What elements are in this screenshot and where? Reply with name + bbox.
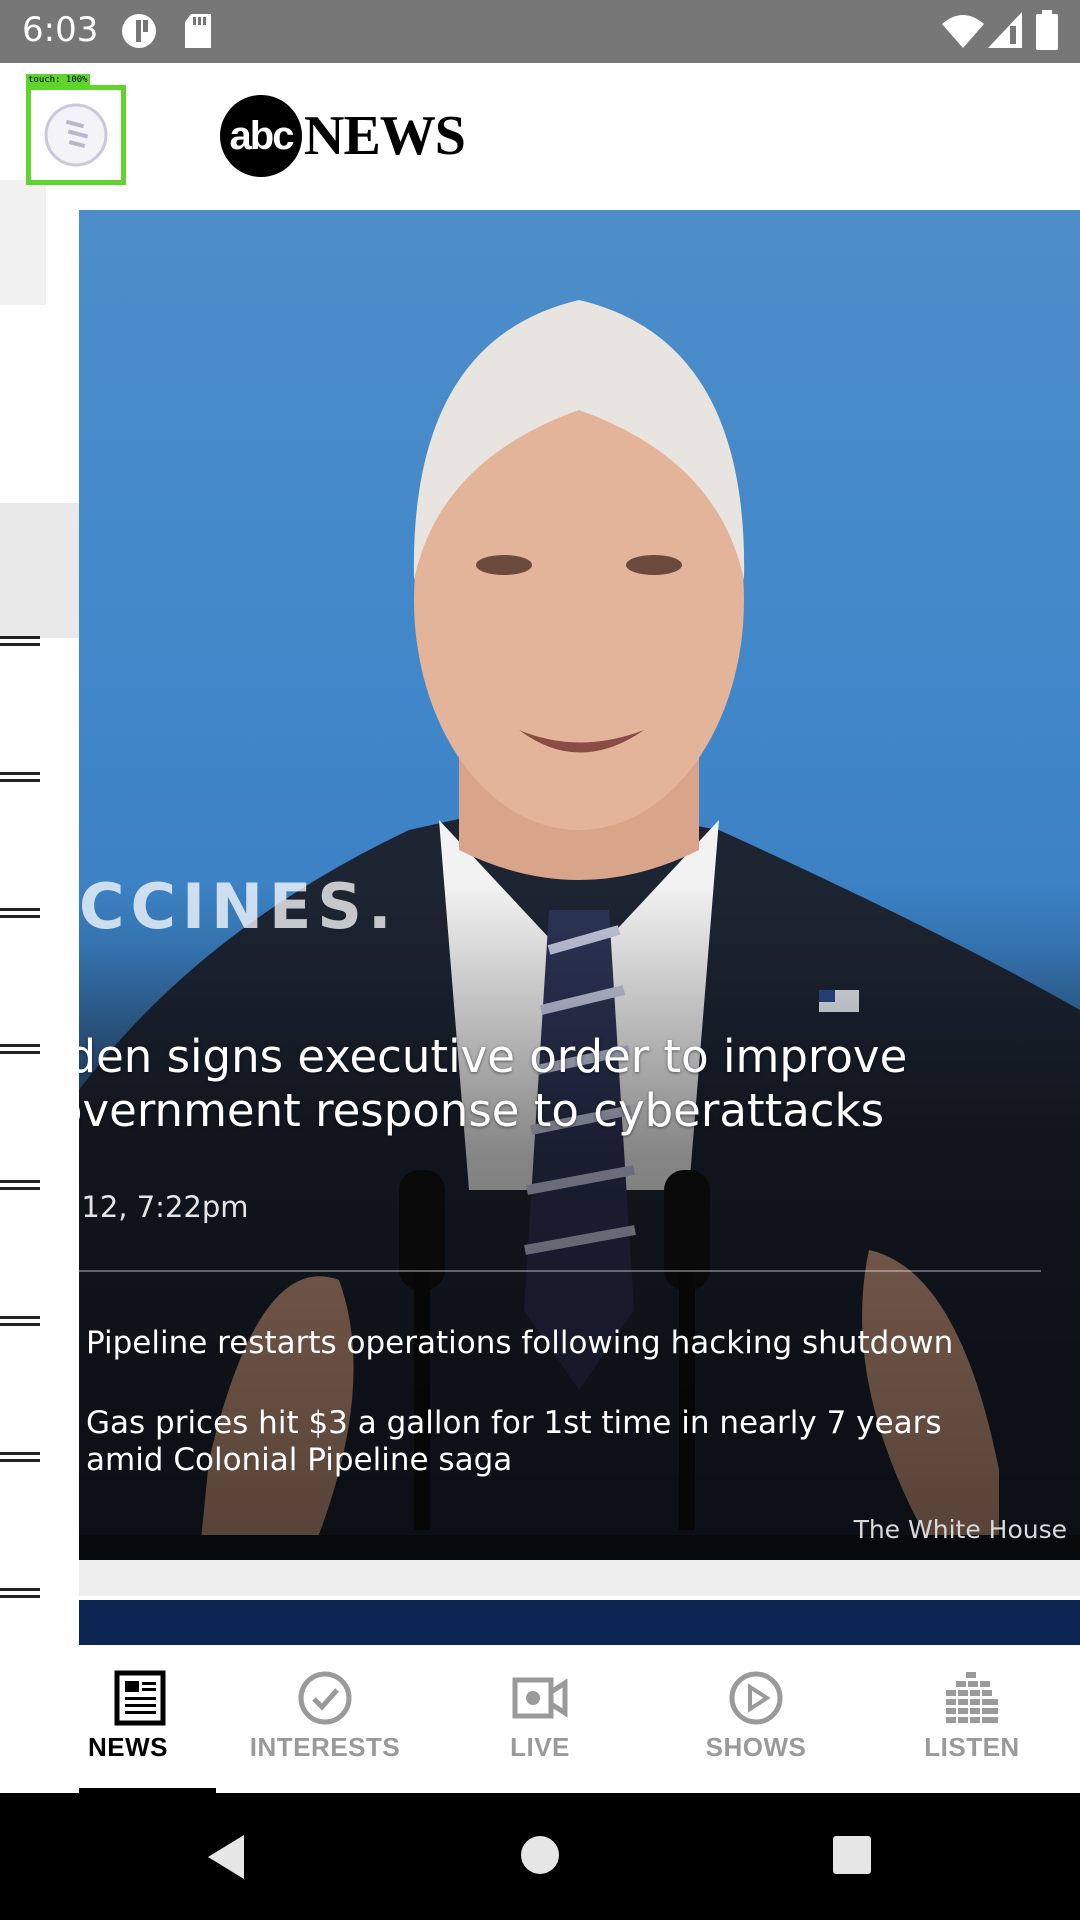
- card-separator: [79, 1560, 1080, 1596]
- tab-live[interactable]: LIVE: [470, 1645, 610, 1793]
- hero-story-card[interactable]: CCINES. iden signs executive order to im…: [79, 210, 1080, 1560]
- photo-credit: The White House: [853, 1515, 1067, 1544]
- newspaper-icon: [114, 1670, 166, 1726]
- abc-logo-circle: abc: [220, 95, 302, 177]
- home-icon[interactable]: [520, 1835, 560, 1875]
- navigation-drawer[interactable]: [0, 63, 79, 1793]
- headline-line: iden signs executive order to improve: [79, 1030, 908, 1083]
- system-navigation-bar: [0, 1793, 1080, 1920]
- drawer-item-handle[interactable]: [0, 1180, 40, 1190]
- divider: [79, 1270, 1041, 1272]
- drawer-item-handle[interactable]: [0, 1316, 40, 1326]
- tab-label: SHOWS: [705, 1732, 807, 1762]
- tab-label: NEWS: [88, 1732, 168, 1762]
- drawer-item-handle[interactable]: [0, 1044, 40, 1054]
- menu-icon: [44, 103, 108, 167]
- checkmark-circle-icon: [298, 1671, 352, 1725]
- tab-shows[interactable]: SHOWS: [686, 1645, 826, 1793]
- signal-icon: [988, 12, 1022, 48]
- app-bar: [0, 63, 1080, 210]
- tab-label: INTERESTS: [249, 1732, 401, 1762]
- touch-indicator: touch: 100%: [26, 74, 90, 86]
- headline[interactable]: iden signs executive order to improve ov…: [79, 1030, 1055, 1138]
- drawer-item-handle[interactable]: [0, 1588, 40, 1598]
- sd-card-icon: [185, 14, 211, 48]
- wifi-icon: [942, 15, 984, 48]
- play-circle-icon: [729, 1671, 783, 1725]
- bottom-navigation: NEWS INTERESTS LIVE SHOWS LISTEN: [0, 1645, 1080, 1793]
- audio-grid-icon: [946, 1672, 998, 1723]
- background-banner-text: CCINES.: [79, 870, 398, 943]
- drawer-item-handle[interactable]: [0, 1452, 40, 1462]
- related-story-link[interactable]: Gas prices hit $3 a gallon for 1st time …: [86, 1405, 1006, 1479]
- tab-listen[interactable]: LISTEN: [902, 1645, 1042, 1793]
- logo-news-text: NEWS: [304, 105, 466, 167]
- back-icon[interactable]: [204, 1833, 248, 1881]
- drawer-item-handle[interactable]: [0, 772, 40, 782]
- tab-label: LISTEN: [924, 1732, 1020, 1762]
- next-story-card-peek[interactable]: [79, 1600, 1080, 1645]
- tab-news[interactable]: NEWS: [60, 1645, 200, 1793]
- video-camera-icon: [512, 1677, 568, 1719]
- status-bar: 6:03: [0, 0, 1080, 63]
- battery-icon: [1036, 10, 1058, 50]
- status-time: 6:03: [22, 10, 99, 50]
- menu-button[interactable]: [26, 85, 126, 185]
- drawer-selected-item[interactable]: [0, 503, 79, 638]
- tab-interests[interactable]: INTERESTS: [235, 1645, 415, 1793]
- sync-icon: [122, 14, 156, 48]
- drawer-item-handle[interactable]: [0, 636, 40, 646]
- drawer-item-handle[interactable]: [0, 908, 40, 918]
- tab-label: LIVE: [510, 1732, 570, 1762]
- headline-line: overnment response to cyberattacks: [79, 1084, 885, 1137]
- drawer-header-block: [0, 180, 46, 305]
- story-timestamp: y 12, 7:22pm: [79, 1190, 249, 1224]
- recents-icon[interactable]: [832, 1835, 872, 1875]
- related-story-link[interactable]: Pipeline restarts operations following h…: [86, 1325, 1006, 1362]
- abc-news-logo: abc NEWS: [220, 95, 466, 177]
